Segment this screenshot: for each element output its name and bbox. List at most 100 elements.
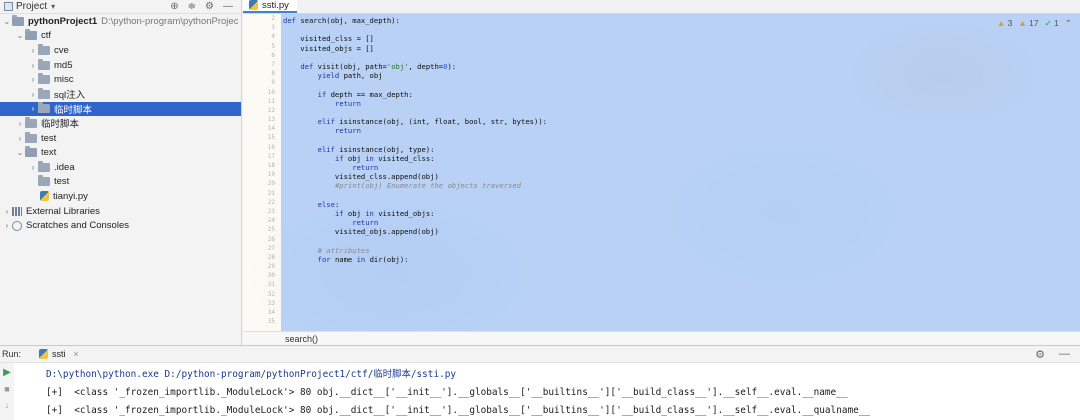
folder-icon [12,14,24,26]
line-number: 33 [267,299,275,307]
chevron-up-icon[interactable]: ⌃ [1065,18,1072,29]
tree-node-label: 临时脚本 [54,104,93,116]
tree-node[interactable]: tianyi.py [0,189,241,204]
tree-node[interactable]: › 临时脚本 [0,101,241,117]
code-content[interactable]: def search(obj, max_depth): visited_clss… [283,16,1080,264]
warning-count[interactable]: ▲ 3 [997,18,1013,29]
chevron-down-icon[interactable]: ▾ [51,2,55,11]
run-tab-ssti[interactable]: ssti × [37,349,79,359]
console-line: [+] <class '_frozen_importlib._ModuleLoc… [46,405,871,416]
console-output[interactable]: D:\python\python.exe D:/python-program/p… [46,366,1080,420]
gear-icon[interactable]: ⚙ [1035,348,1045,361]
collapse-all-icon[interactable]: ≑ [188,1,196,12]
tree-node[interactable]: › External Libraries [0,204,241,219]
line-number: 17 [267,152,275,160]
chevron-right-icon[interactable]: › [28,90,38,99]
code-line: return [283,218,1080,227]
line-number: 24 [267,217,275,225]
chevron-down-icon[interactable]: ⌄ [15,148,25,157]
tab-ssti-py[interactable]: ssti.py [243,0,297,13]
stop-icon[interactable]: ■ [4,384,9,394]
chevron-down-icon[interactable]: ⌄ [15,31,25,40]
console-line: [+] <class '_frozen_importlib._ModuleLoc… [46,387,848,398]
tree-node-label: tianyi.py [53,190,88,202]
code-token: name [334,254,357,264]
weak-warning-icon: ▲ [1018,18,1027,28]
line-number: 16 [267,143,275,151]
chevron-right-icon[interactable]: › [28,163,38,172]
tree-node[interactable]: › Scratches and Consoles [0,218,241,233]
line-number: 12 [267,106,275,114]
tree-node[interactable]: › .idea [0,160,241,175]
tree-node[interactable]: › 临时脚本 [0,116,241,131]
code-token: elif [317,117,340,127]
warning-count-value: 3 [1007,18,1013,28]
chevron-right-icon[interactable]: › [15,119,25,128]
hide-icon[interactable]: — [1059,348,1070,361]
code-line: elif isinstance(obj, (int, float, bool, … [283,117,1080,126]
scroll-down-icon[interactable]: ↓ [5,400,10,410]
line-number: 27 [267,244,275,252]
chevron-right-icon[interactable]: › [28,75,38,84]
tree-node[interactable]: › misc [0,72,241,87]
tree-node[interactable]: test [0,175,241,190]
code-line: if depth == max_depth: [283,90,1080,99]
gear-icon[interactable]: ⚙ [205,1,214,12]
code-editor[interactable]: 2 3 4 5 6 7 8 9 10 11 12 13 14 15 16 17 18 19 20 21 22 23 24 25… [243,14,1080,331]
code-line: #print(obj) Enumerate the objects traver… [283,181,1080,190]
code-line: visited_objs.append(obj) [283,227,1080,236]
code-line: if obj in visited_clss: [283,154,1080,163]
warning-icon: ▲ [996,18,1006,28]
code-token: if [334,153,348,163]
chevron-right-icon[interactable]: › [28,104,38,113]
ok-count[interactable]: ✓ 1 [1045,18,1059,29]
code-token: obj [347,153,366,163]
tree-node[interactable]: › test [0,131,241,146]
tree-node[interactable]: › sql注入 [0,87,241,102]
project-panel-title[interactable]: Project [16,1,47,12]
chevron-right-icon[interactable]: › [2,207,12,216]
inspection-widget[interactable]: ▲ 3 ▲ 17 ✓ 1 ⌃ [997,18,1072,29]
code-token: search(obj, max_depth): [300,16,400,25]
chevron-right-icon[interactable]: › [15,134,25,143]
folder-icon [38,73,50,85]
tree-node[interactable]: ⌄ ctf [0,29,241,44]
tab-label: ssti.py [262,0,289,11]
code-token: visit(obj, path= [317,61,387,71]
code-token: ): [447,61,457,71]
breadcrumb[interactable]: search() [243,331,1080,345]
code-token: in [365,208,379,218]
python-file-icon [39,349,49,359]
code-line: return [283,99,1080,108]
chevron-right-icon[interactable]: › [2,221,12,230]
code-token: return [334,126,361,136]
tree-node[interactable]: ⌄ pythonProject1 D:\python-program\pythonP… [0,14,241,29]
code-token: def [300,61,318,71]
close-icon[interactable]: × [74,349,79,359]
locate-icon[interactable]: ⊕ [170,1,178,12]
hide-icon[interactable]: — [223,1,233,12]
code-token: return [352,163,379,172]
chevron-right-icon[interactable]: › [28,46,38,55]
breadcrumb-item[interactable]: search() [285,334,318,344]
rerun-icon[interactable]: ▶ [3,367,11,378]
tree-node[interactable]: › cve [0,43,241,58]
tree-node[interactable]: ⌄ text [0,145,241,160]
line-number: 25 [267,226,275,234]
line-number: 30 [267,272,275,280]
code-token: visited_clss = [] [283,34,374,44]
weak-warning-count[interactable]: ▲ 17 [1018,18,1038,29]
chevron-right-icon[interactable]: › [28,61,38,70]
tree-node[interactable]: › md5 [0,58,241,73]
project-tool-window: Project ▾ ⊕ ≑ ⚙ — ⌄ pythonProject1 D:\pyth… [0,0,242,345]
line-number: 26 [267,235,275,243]
chevron-down-icon[interactable]: ⌄ [2,17,12,26]
editor-area: ssti.py 2 3 4 5 6 7 8 9 10 11 12 13 14 15 16 17 18 19 20 21… [243,0,1080,345]
code-line: def search(obj, max_depth): [283,16,1080,25]
